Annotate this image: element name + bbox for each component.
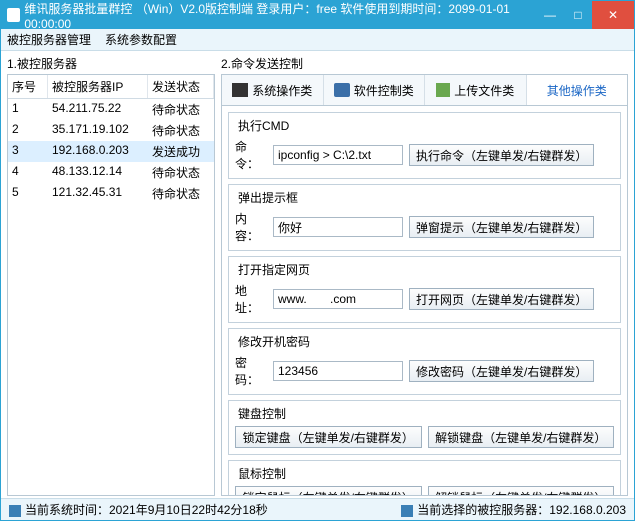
group-keyboard: 键盘控制 锁定键盘（左键单发/右键群发） 解锁键盘（左键单发/右键群发） [228, 400, 621, 455]
cell-status: 待命状态 [148, 99, 214, 120]
tab-system[interactable]: 系统操作类 [222, 75, 324, 105]
cmd-exec-button[interactable]: 执行命令（左键单发/右键群发） [409, 144, 594, 166]
table-row[interactable]: 235.171.19.102待命状态 [8, 120, 214, 141]
status-time: 当前系统时间：2021年9月10日22时42分18秒 [25, 503, 268, 517]
cell-ip: 192.168.0.203 [48, 141, 148, 162]
cmd-input[interactable] [273, 145, 403, 165]
tab-software[interactable]: 软件控制类 [324, 75, 426, 105]
upload-icon [436, 83, 450, 97]
cell-ip: 48.133.12.14 [48, 162, 148, 183]
server-list: 序号 被控服务器IP 发送状态 154.211.75.22待命状态235.171… [7, 74, 215, 496]
pwd-input[interactable] [273, 361, 403, 381]
web-input[interactable] [273, 289, 403, 309]
table-row[interactable]: 3192.168.0.203发送成功 [8, 141, 214, 162]
cell-status: 发送成功 [148, 141, 214, 162]
statusbar: 当前系统时间：2021年9月10日22时42分18秒 当前选择的被控服务器：19… [1, 498, 634, 520]
cell-ip: 121.32.45.31 [48, 183, 148, 204]
status-selected: 当前选择的被控服务器：192.168.0.203 [417, 503, 626, 517]
monitor-icon [232, 83, 248, 97]
cell-index: 5 [8, 183, 48, 204]
kb-unlock-button[interactable]: 解锁键盘（左键单发/右键群发） [428, 426, 615, 448]
cell-ip: 54.211.75.22 [48, 99, 148, 120]
table-row[interactable]: 154.211.75.22待命状态 [8, 99, 214, 120]
app-window: 维讯服务器批量群控 （Win）V2.0版控制端 登录用户：free 软件使用到期… [0, 0, 635, 521]
cell-status: 待命状态 [148, 120, 214, 141]
menubar: 被控服务器管理 系统参数配置 [1, 29, 634, 51]
command-panel: 执行CMD 命令： 执行命令（左键单发/右键群发） 弹出提示框 内容： 弹窗提示… [221, 105, 628, 496]
menu-server-manage[interactable]: 被控服务器管理 [7, 31, 91, 48]
group-pwd: 修改开机密码 密码： 修改密码（左键单发/右键群发） [228, 328, 621, 395]
cell-ip: 35.171.19.102 [48, 120, 148, 141]
tab-other[interactable]: 其他操作类 [527, 75, 628, 105]
right-title: 2.命令发送控制 [221, 55, 628, 72]
app-icon [7, 8, 20, 22]
cell-status: 待命状态 [148, 162, 214, 183]
cell-status: 待命状态 [148, 183, 214, 204]
mouse-lock-button[interactable]: 锁定鼠标（左键单发/右键群发） [235, 486, 422, 496]
server-header: 序号 被控服务器IP 发送状态 [8, 75, 214, 99]
kb-lock-button[interactable]: 锁定键盘（左键单发/右键群发） [235, 426, 422, 448]
titlebar: 维讯服务器批量群控 （Win）V2.0版控制端 登录用户：free 软件使用到期… [1, 1, 634, 29]
table-row[interactable]: 5121.32.45.31待命状态 [8, 183, 214, 204]
popup-input[interactable] [273, 217, 403, 237]
group-web: 打开指定网页 地址： 打开网页（左键单发/右键群发） [228, 256, 621, 323]
tabs: 系统操作类 软件控制类 上传文件类 其他操作类 [221, 74, 628, 105]
tab-upload[interactable]: 上传文件类 [425, 75, 527, 105]
mouse-unlock-button[interactable]: 解锁鼠标（左键单发/右键群发） [428, 486, 615, 496]
cmd-label: 命令： [235, 138, 267, 172]
menu-system-config[interactable]: 系统参数配置 [105, 31, 177, 48]
col-status: 发送状态 [148, 75, 214, 98]
cell-index: 3 [8, 141, 48, 162]
server-icon [401, 505, 413, 517]
web-button[interactable]: 打开网页（左键单发/右键群发） [409, 288, 594, 310]
popup-button[interactable]: 弹窗提示（左键单发/右键群发） [409, 216, 594, 238]
web-label: 地址： [235, 282, 267, 316]
clock-icon [9, 505, 21, 517]
cell-index: 2 [8, 120, 48, 141]
title-text: 维讯服务器批量群控 （Win）V2.0版控制端 登录用户：free 软件使用到期… [24, 0, 536, 31]
group-cmd: 执行CMD 命令： 执行命令（左键单发/右键群发） [228, 112, 621, 179]
col-ip: 被控服务器IP [48, 75, 148, 98]
left-title: 1.被控服务器 [7, 55, 215, 72]
table-row[interactable]: 448.133.12.14待命状态 [8, 162, 214, 183]
minimize-button[interactable]: — [536, 1, 564, 29]
close-button[interactable]: ✕ [592, 1, 634, 29]
software-icon [334, 83, 350, 97]
pwd-label: 密码： [235, 354, 267, 388]
popup-label: 内容： [235, 210, 267, 244]
cell-index: 1 [8, 99, 48, 120]
maximize-button[interactable]: □ [564, 1, 592, 29]
cell-index: 4 [8, 162, 48, 183]
pwd-button[interactable]: 修改密码（左键单发/右键群发） [409, 360, 594, 382]
col-index: 序号 [8, 75, 48, 98]
group-popup: 弹出提示框 内容： 弹窗提示（左键单发/右键群发） [228, 184, 621, 251]
group-mouse: 鼠标控制 锁定鼠标（左键单发/右键群发） 解锁鼠标（左键单发/右键群发） [228, 460, 621, 496]
